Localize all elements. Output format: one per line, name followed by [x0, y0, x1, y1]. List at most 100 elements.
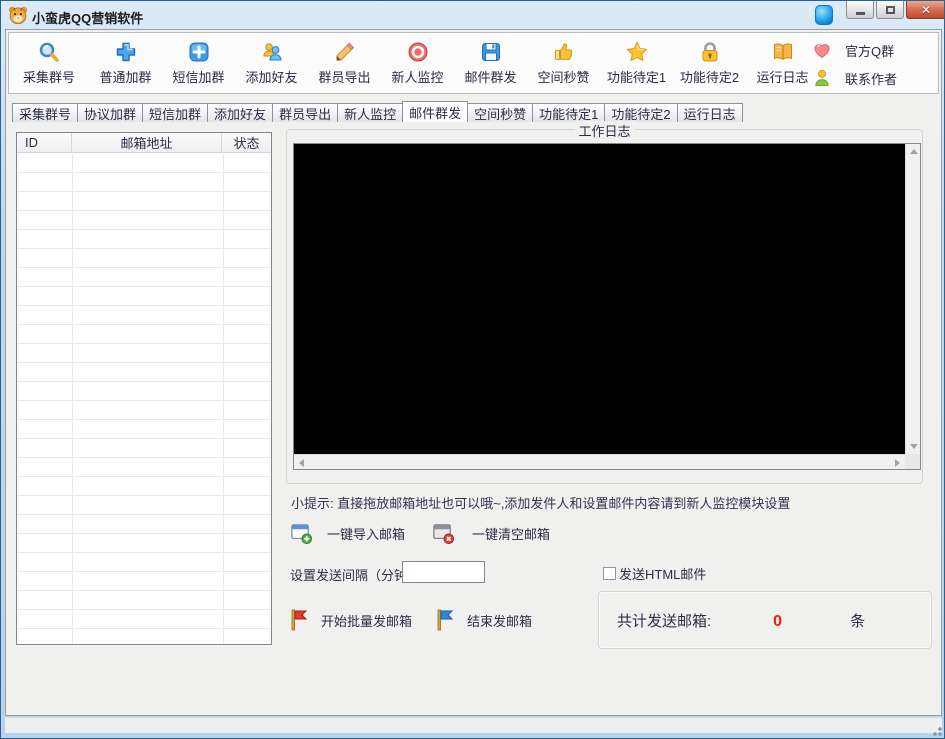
toolbar-item-label: 添加好友 [245, 67, 297, 86]
import-emails-button[interactable]: 一键导入邮箱 [290, 522, 405, 545]
toolbar-item-pending2[interactable]: 功能待定2 [673, 35, 746, 91]
window-title: 小蛮虎QQ营销软件 [32, 8, 143, 27]
toolbar-item-label: 功能待定1 [607, 67, 666, 86]
app-window: 小蛮虎QQ营销软件 ✕ 采集群号 [0, 0, 945, 739]
square-plus-icon [187, 40, 211, 64]
blue-flag-icon [435, 608, 455, 632]
work-log-console[interactable] [293, 143, 921, 470]
toolbar-item-run-log[interactable]: 运行日志 [746, 35, 819, 91]
toolbar-item-normal-join[interactable]: 普通加群 [89, 35, 162, 91]
interval-label: 设置发送间隔（分钟） [290, 565, 420, 584]
hint-text: 小提示: 直接拖放邮箱地址也可以哦~,添加发件人和设置邮件内容请到新人监控模块设… [291, 493, 790, 512]
toolbar-item-label: 空间秒赞 [537, 67, 589, 86]
send-summary-row: 共计发送邮箱: 0 条 [617, 610, 917, 631]
toolbar-item-sms-join[interactable]: 短信加群 [162, 35, 235, 91]
official-qq-group-link[interactable]: 官方Q群 [812, 36, 924, 64]
clear-emails-button[interactable]: 一键清空邮箱 [432, 522, 550, 545]
column-header-status[interactable]: 状态 [222, 133, 271, 152]
send-summary-groupbox: 共计发送邮箱: 0 条 [598, 591, 932, 649]
toolbar-links: 官方Q群 联系作者 [812, 36, 924, 92]
toolbar-item-qzone-like[interactable]: 空间秒赞 [527, 35, 600, 91]
pencil-icon [333, 40, 357, 64]
people-icon [260, 40, 284, 64]
column-divider [223, 154, 224, 644]
sent-count-value: 0 [773, 613, 782, 631]
tab-sms-join[interactable]: 短信加群 [142, 103, 208, 122]
magnifier-icon [37, 40, 61, 64]
toolbar-item-pending1[interactable]: 功能待定1 [600, 35, 673, 91]
work-log-groupbox: 工作日志 [286, 129, 923, 484]
toolbar-item-collect-groups[interactable]: 采集群号 [9, 35, 89, 91]
email-table-body[interactable] [17, 154, 271, 644]
tab-protocol-join[interactable]: 协议加群 [77, 103, 143, 122]
titlebar[interactable]: 小蛮虎QQ营销软件 ✕ [1, 1, 944, 29]
tiger-app-icon [8, 5, 28, 25]
star-icon [625, 40, 649, 64]
book-icon [771, 40, 795, 64]
close-button[interactable]: ✕ [906, 1, 945, 19]
column-divider [72, 154, 73, 644]
toolbar-item-label: 功能待定2 [680, 67, 739, 86]
tab-qzone-like[interactable]: 空间秒赞 [467, 103, 533, 122]
qq-status-icon[interactable] [815, 5, 833, 25]
tab-export-members[interactable]: 群员导出 [272, 103, 338, 122]
scroll-right-arrow-icon[interactable] [895, 459, 900, 467]
log-output-area[interactable] [294, 144, 905, 454]
scroll-left-arrow-icon[interactable] [299, 459, 304, 467]
toolbar-item-label: 采集群号 [23, 67, 75, 86]
status-bar [5, 717, 942, 733]
heart-icon [812, 40, 832, 60]
red-flag-icon [289, 608, 309, 632]
resize-grip[interactable] [932, 726, 942, 736]
maximize-button[interactable] [876, 1, 904, 19]
plus-icon [114, 40, 138, 64]
toolbar-item-label: 短信加群 [172, 67, 224, 86]
official-qq-group-label: 官方Q群 [845, 41, 894, 60]
minimize-button[interactable] [846, 1, 874, 19]
work-log-title: 工作日志 [574, 121, 634, 140]
tab-pending2[interactable]: 功能待定2 [604, 103, 677, 122]
main-toolbar: 采集群号 普通加群 短信加群 [8, 32, 939, 94]
scrollbar-corner [905, 454, 920, 469]
horizontal-scrollbar[interactable] [294, 454, 905, 469]
summary-unit: 条 [850, 610, 865, 631]
tab-run-log[interactable]: 运行日志 [677, 103, 743, 122]
scroll-down-arrow-icon[interactable] [910, 444, 918, 449]
toolbar-item-label: 普通加群 [99, 67, 151, 86]
toolbar-item-add-friends[interactable]: 添加好友 [235, 35, 308, 91]
tab-collect-groups[interactable]: 采集群号 [12, 103, 78, 122]
scroll-up-arrow-icon[interactable] [910, 149, 918, 154]
toolbar-item-newcomer-monitor[interactable]: 新人监控 [381, 35, 454, 91]
record-icon [406, 40, 430, 64]
toolbar-item-label: 邮件群发 [464, 67, 516, 86]
toolbar-item-bulk-email[interactable]: 邮件群发 [454, 35, 527, 91]
html-email-checkbox-label: 发送HTML邮件 [619, 564, 706, 583]
tab-bulk-email[interactable]: 邮件群发 [402, 101, 468, 122]
tab-newcomer-monitor[interactable]: 新人监控 [337, 103, 403, 122]
tab-add-friends[interactable]: 添加好友 [207, 103, 273, 122]
clear-emails-label: 一键清空邮箱 [472, 524, 550, 543]
email-list-table[interactable]: ID 邮箱地址 状态 [16, 132, 272, 645]
interval-input[interactable] [402, 561, 485, 583]
contact-author-label: 联系作者 [845, 69, 897, 88]
vertical-scrollbar[interactable] [905, 144, 920, 454]
html-email-checkbox[interactable] [603, 567, 616, 580]
minimize-icon [856, 12, 865, 15]
toolbar-item-label: 群员导出 [318, 67, 370, 86]
summary-label: 共计发送邮箱: [617, 610, 711, 631]
contact-author-link[interactable]: 联系作者 [812, 64, 924, 92]
maximize-icon [886, 6, 895, 14]
thumbs-up-icon [552, 40, 576, 64]
stop-send-button[interactable]: 结束发邮箱 [435, 608, 532, 632]
email-table-header: ID 邮箱地址 状态 [17, 133, 271, 153]
start-batch-send-label: 开始批量发邮箱 [321, 611, 412, 630]
column-header-email[interactable]: 邮箱地址 [72, 133, 222, 152]
close-icon: ✕ [921, 3, 931, 17]
html-email-checkbox-row: 发送HTML邮件 [603, 564, 706, 583]
column-header-id[interactable]: ID [17, 133, 72, 152]
start-batch-send-button[interactable]: 开始批量发邮箱 [289, 608, 412, 632]
tab-pending1[interactable]: 功能待定1 [532, 103, 605, 122]
person-icon [812, 68, 832, 88]
toolbar-item-label: 新人监控 [391, 67, 443, 86]
toolbar-item-export-members[interactable]: 群员导出 [308, 35, 381, 91]
